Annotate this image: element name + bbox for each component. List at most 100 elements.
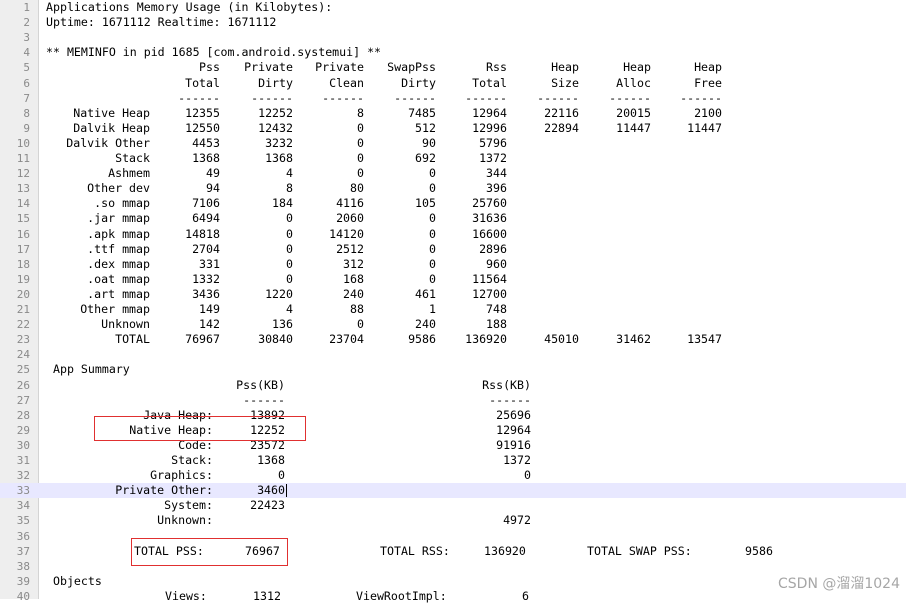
line-number: 4 xyxy=(23,46,30,60)
editor-line[interactable]: 3 xyxy=(0,30,906,45)
editor-line[interactable]: 32 Graphics: 0 0 xyxy=(0,468,906,483)
line-number: 10 xyxy=(16,136,30,150)
editor-line[interactable]: 19 .oat mmap 1332 0 168 0 11564 xyxy=(0,272,906,287)
meminfo-cell: Heap xyxy=(551,60,579,75)
line-number: 22 xyxy=(16,318,30,332)
line-number: 38 xyxy=(16,559,30,573)
editor-line[interactable]: 26 Pss(KB) Rss(KB) xyxy=(0,378,906,393)
meminfo-cell: 1332 xyxy=(192,271,220,286)
editor-line[interactable]: 33 Private Other: 3460 xyxy=(0,483,906,499)
meminfo-cell: 312 xyxy=(343,256,364,271)
meminfo-cell: 1372 xyxy=(479,151,507,165)
meminfo-cell: Free xyxy=(694,75,722,90)
editor-line[interactable]: 28 Java Heap: 13892 25696 xyxy=(0,408,906,423)
editor-line[interactable]: 31 Stack: 1368 1372 xyxy=(0,453,906,468)
editor-line[interactable]: 35 Unknown: 4972 xyxy=(0,513,906,528)
editor-line[interactable]: 15 .jar mmap 6494 0 2060 0 31636 xyxy=(0,211,906,226)
meminfo-row-label: Ashmem xyxy=(108,166,150,181)
meminfo-cell: ------ xyxy=(251,90,293,105)
editor-line[interactable]: 30 Code: 23572 91916 xyxy=(0,438,906,453)
editor-line[interactable]: 9 Dalvik Heap 12550 12432 0 512 12996 22894 1144… xyxy=(0,121,906,136)
editor-line[interactable]: 40 Views: 1312 ViewRootImpl: 6 xyxy=(0,589,906,604)
line-number: 18 xyxy=(16,257,30,271)
summary-value: 0 xyxy=(278,468,285,483)
editor-line[interactable]: 36 xyxy=(0,529,906,544)
editor-line[interactable]: 5 Pss Private Private SwapPss Rss Heap Heap Heap xyxy=(0,60,906,75)
editor-line[interactable]: 8 Native Heap 12355 12252 8 7485 12964 22116 200… xyxy=(0,106,906,121)
editor-line[interactable]: 17 .ttf mmap 2704 0 2512 0 2896 xyxy=(0,242,906,257)
summary-value: 12252 xyxy=(250,422,285,437)
editor-line[interactable]: 7 ------ ------ ------ ------ ------ ------ ---… xyxy=(0,91,906,106)
editor-line[interactable]: 38 xyxy=(0,559,906,574)
meminfo-cell: 0 xyxy=(429,211,436,226)
editor-line[interactable]: 12 Ashmem 49 4 0 0 344 xyxy=(0,166,906,181)
editor-line[interactable]: 20 .art mmap 3436 1220 240 461 12700 xyxy=(0,287,906,302)
meminfo-row-label: .ttf mmap xyxy=(87,241,150,256)
meminfo-cell: 0 xyxy=(357,151,364,165)
editor-line[interactable]: 23 TOTAL 76967 30840 23704 9586 136920 45010 314… xyxy=(0,332,906,347)
meminfo-cell: SwapPss xyxy=(387,60,436,75)
summary-label: Unknown: xyxy=(157,513,213,528)
meminfo-cell: 105 xyxy=(415,196,436,211)
summary-value: ------ xyxy=(489,392,531,407)
editor-line[interactable]: 29 Native Heap: 12252 12964 xyxy=(0,423,906,438)
line-number: 2 xyxy=(23,16,30,30)
meminfo-row-label: Stack xyxy=(115,151,150,165)
meminfo-cell: 12996 xyxy=(472,120,507,135)
line-number: 7 xyxy=(23,91,30,105)
line-number: 23 xyxy=(16,333,30,347)
meminfo-cell: Heap xyxy=(694,60,722,75)
editor-line[interactable]: 37 TOTAL PSS: 76967 TOTAL RSS: 136920 TOTAL S… xyxy=(0,544,906,559)
editor-line[interactable]: 25 App Summary xyxy=(0,362,906,377)
meminfo-row-label: Dalvik Other xyxy=(66,135,150,150)
meminfo-cell: 1368 xyxy=(192,151,220,165)
meminfo-row-label: Other dev xyxy=(87,181,150,196)
meminfo-cell: 0 xyxy=(357,120,364,135)
editor-line[interactable]: 24 xyxy=(0,347,906,362)
meminfo-cell: 748 xyxy=(486,302,507,316)
editor-line[interactable]: 27 ------ ------ xyxy=(0,393,906,408)
meminfo-cell: 396 xyxy=(486,181,507,196)
meminfo-cell: Dirty xyxy=(258,75,293,90)
summary-value: 22423 xyxy=(250,498,285,513)
line-number: 1 xyxy=(23,1,30,14)
meminfo-cell: Private xyxy=(315,60,364,75)
meminfo-cell: 2060 xyxy=(336,211,364,226)
editor-line[interactable]: 1 Applications Memory Usage (in Kilobytes… xyxy=(0,0,906,15)
meminfo-cell: 3232 xyxy=(265,135,293,150)
meminfo-cell: 4453 xyxy=(192,135,220,150)
editor-line[interactable]: 10 Dalvik Other 4453 3232 0 90 5796 xyxy=(0,136,906,151)
meminfo-cell: 14818 xyxy=(185,226,220,241)
line-text: Applications Memory Usage (in Kilobytes)… xyxy=(46,0,333,14)
meminfo-cell: 0 xyxy=(286,241,293,256)
editor-line[interactable]: 4 ** MEMINFO in pid 1685 [com.android.sys… xyxy=(0,45,906,60)
editor-line[interactable]: 2 Uptime: 1671112 Realtime: 1671112 xyxy=(0,15,906,30)
meminfo-cell: 23704 xyxy=(329,332,364,347)
line-number: 28 xyxy=(16,408,30,422)
meminfo-cell: 90 xyxy=(422,135,436,150)
meminfo-cell: 0 xyxy=(286,211,293,226)
editor-line[interactable]: 11 Stack 1368 1368 0 692 1372 xyxy=(0,151,906,166)
meminfo-cell: ------ xyxy=(680,90,722,105)
line-number: 32 xyxy=(16,469,30,483)
editor-line[interactable]: 21 Other mmap 149 4 88 1 748 xyxy=(0,302,906,317)
meminfo-row-label: .dex mmap xyxy=(87,256,150,271)
meminfo-cell: 88 xyxy=(350,302,364,316)
editor-line[interactable]: 18 .dex mmap 331 0 312 0 960 xyxy=(0,257,906,272)
meminfo-cell: 30840 xyxy=(258,332,293,347)
editor-line[interactable]: 22 Unknown 142 136 0 240 188 xyxy=(0,317,906,332)
summary-value: 23572 xyxy=(250,437,285,452)
line-number: 15 xyxy=(16,212,30,226)
meminfo-cell: 7106 xyxy=(192,196,220,211)
line-number: 20 xyxy=(16,287,30,301)
editor-line[interactable]: 6 Total Dirty Clean Dirty Total Size Alloc Free xyxy=(0,76,906,91)
editor-line[interactable]: 13 Other dev 94 8 80 0 396 xyxy=(0,181,906,196)
editor-line[interactable]: 14 .so mmap 7106 184 4116 105 25760 xyxy=(0,196,906,211)
editor-line[interactable]: 39 Objects xyxy=(0,574,906,589)
meminfo-row-label: .oat mmap xyxy=(87,271,150,286)
editor-line[interactable]: 34 System: 22423 xyxy=(0,498,906,513)
summary-value: 4972 xyxy=(503,513,531,528)
line-number: 13 xyxy=(16,182,30,196)
meminfo-cell: Clean xyxy=(329,75,364,90)
editor-line[interactable]: 16 .apk mmap 14818 0 14120 0 16600 xyxy=(0,227,906,242)
